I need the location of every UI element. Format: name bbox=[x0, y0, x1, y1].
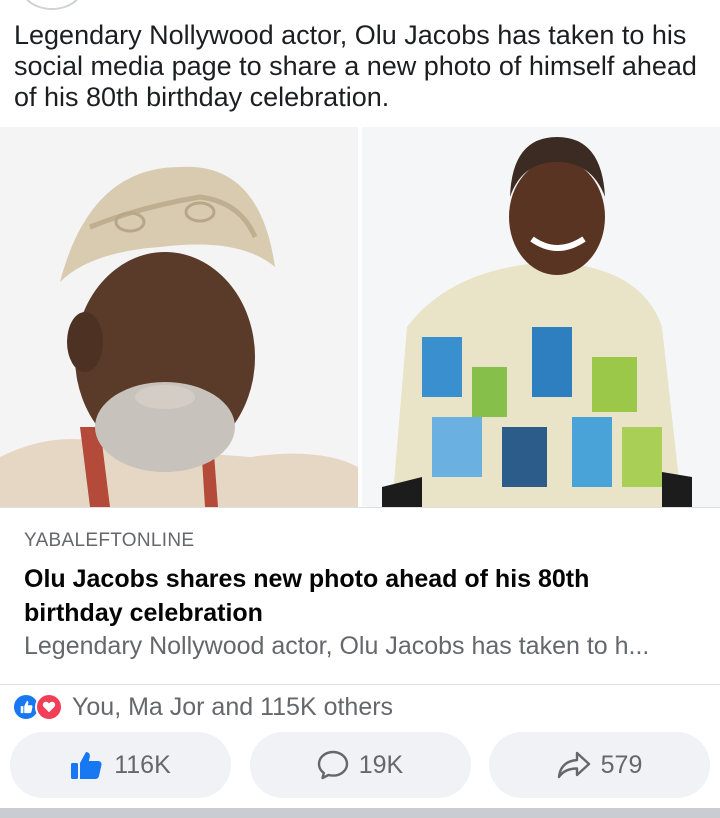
link-title[interactable]: Olu Jacobs shares new photo ahead of his… bbox=[24, 562, 684, 630]
link-source: YABALEFTONLINE bbox=[24, 530, 195, 551]
reactions-summary[interactable]: You, Ma Jor and 115K others bbox=[12, 690, 393, 724]
action-bar: 116K 19K 579 bbox=[10, 732, 710, 798]
share-count: 579 bbox=[600, 750, 643, 779]
facebook-post: Legendary Nollywood actor, Olu Jacobs ha… bbox=[0, 0, 720, 818]
comment-bubble-icon bbox=[317, 750, 348, 780]
bottom-divider bbox=[0, 808, 720, 818]
link-description: Legendary Nollywood actor, Olu Jacobs ha… bbox=[24, 632, 650, 660]
link-preview-card[interactable]: YABALEFTONLINE Olu Jacobs shares new pho… bbox=[0, 507, 720, 685]
thumbs-up-icon bbox=[71, 752, 102, 779]
post-text: Legendary Nollywood actor, Olu Jacobs ha… bbox=[14, 20, 697, 112]
comment-button[interactable]: 19K bbox=[249, 732, 471, 798]
like-button[interactable]: 116K bbox=[10, 732, 231, 798]
elder-portrait-image bbox=[0, 127, 358, 507]
love-icon bbox=[35, 693, 63, 721]
reaction-icons bbox=[12, 692, 68, 722]
post-photos[interactable] bbox=[0, 127, 720, 507]
like-count: 116K bbox=[114, 750, 171, 779]
photo-elder-portrait[interactable] bbox=[0, 127, 358, 507]
share-button[interactable]: 579 bbox=[489, 732, 710, 798]
comment-count: 19K bbox=[358, 750, 404, 779]
smiling-portrait-image bbox=[362, 127, 720, 507]
photo-smiling-portrait[interactable] bbox=[362, 127, 720, 507]
reactions-text: You, Ma Jor and 115K others bbox=[72, 692, 394, 721]
share-arrow-icon bbox=[557, 751, 590, 779]
profile-avatar[interactable] bbox=[20, 0, 84, 10]
